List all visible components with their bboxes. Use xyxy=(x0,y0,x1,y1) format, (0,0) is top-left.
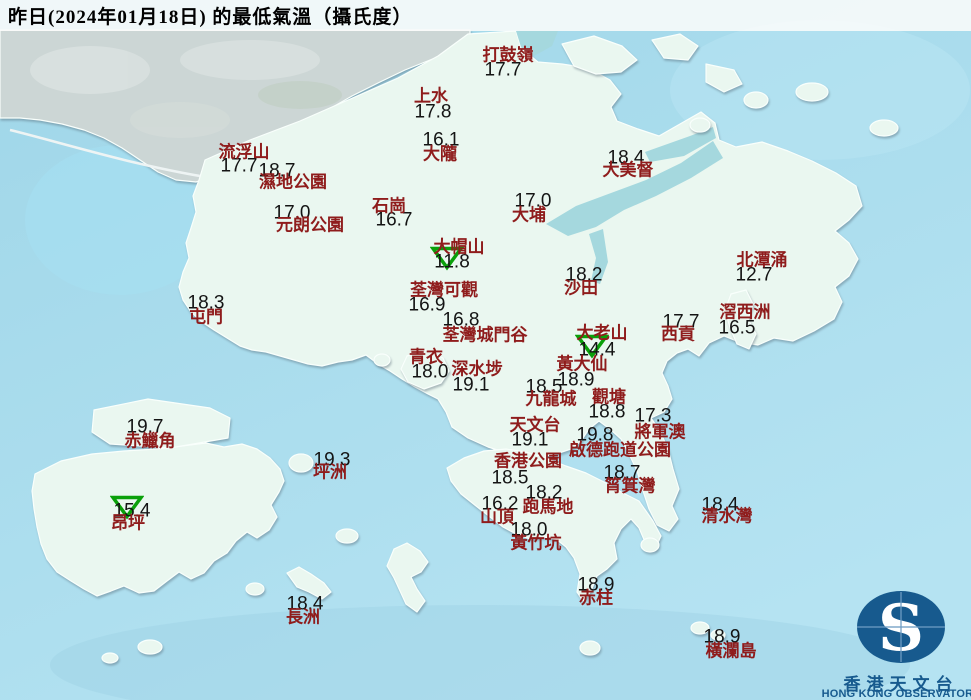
station-name: 荃灣可觀 xyxy=(410,280,478,300)
station-name: 跑馬地 xyxy=(522,497,574,517)
station-name: 天文台 xyxy=(509,415,561,435)
station-name: 石崗 xyxy=(372,196,406,216)
station-name: 深水埗 xyxy=(451,359,503,379)
station-name: 清水灣 xyxy=(701,506,753,526)
station-name: 昂坪 xyxy=(111,513,145,533)
station-name: 將軍澳 xyxy=(634,422,686,442)
station-name: 坪洲 xyxy=(313,462,347,482)
hko-logo-english: HONG KONG OBSERVATORY xyxy=(821,688,971,700)
station-name: 觀塘 xyxy=(592,387,626,407)
station-name: 大老山 xyxy=(576,323,628,343)
title-bar: 昨日(2024年01月18日) 的最低氣溫（攝氏度） xyxy=(0,0,971,31)
station-name: 屯門 xyxy=(189,307,223,327)
station-name: 元朗公園 xyxy=(276,215,344,235)
station-name: 大隴 xyxy=(423,144,457,164)
station-name: 筲箕灣 xyxy=(604,476,656,496)
station-name: 九龍城 xyxy=(525,389,577,409)
hko-logo: S 香港天文台 HONG KONG OBSERVATORY xyxy=(816,584,971,700)
station-name: 滘西洲 xyxy=(719,302,771,322)
station-name: 北潭涌 xyxy=(736,250,788,270)
station-name: 青衣 xyxy=(409,347,443,367)
station-name: 赤鱲角 xyxy=(124,431,176,451)
station-name: 大美督 xyxy=(602,160,654,180)
station-name: 長洲 xyxy=(286,607,320,627)
station-name: 上水 xyxy=(414,86,448,106)
station-name: 香港公園 xyxy=(494,451,562,471)
station-name: 大帽山 xyxy=(433,237,485,257)
station-name: 大埔 xyxy=(512,205,546,225)
station-name: 啟德跑道公園 xyxy=(569,440,671,460)
station-name: 西貢 xyxy=(661,324,695,344)
station-name: 濕地公園 xyxy=(259,172,327,192)
map-title: 昨日(2024年01月18日) 的最低氣溫（攝氏度） xyxy=(8,7,413,28)
station-name: 黃大仙 xyxy=(556,354,608,374)
min-temperature-map: 17.7 打鼓嶺 17.8 上水 16.1 大隴 17.7 流浮山 18.7 濕地公園 18.4 大美… xyxy=(0,0,971,700)
station-name: 赤柱 xyxy=(579,588,613,608)
station-name: 山頂 xyxy=(480,507,514,527)
station-name: 黃竹坑 xyxy=(510,533,562,553)
station-name: 打鼓嶺 xyxy=(482,45,534,65)
station-name: 橫瀾島 xyxy=(705,641,757,661)
station-value: 18.5 xyxy=(491,467,529,489)
station-name: 沙田 xyxy=(564,278,598,298)
station-name: 荃灣城門谷 xyxy=(442,325,528,345)
station-name: 流浮山 xyxy=(218,142,270,162)
